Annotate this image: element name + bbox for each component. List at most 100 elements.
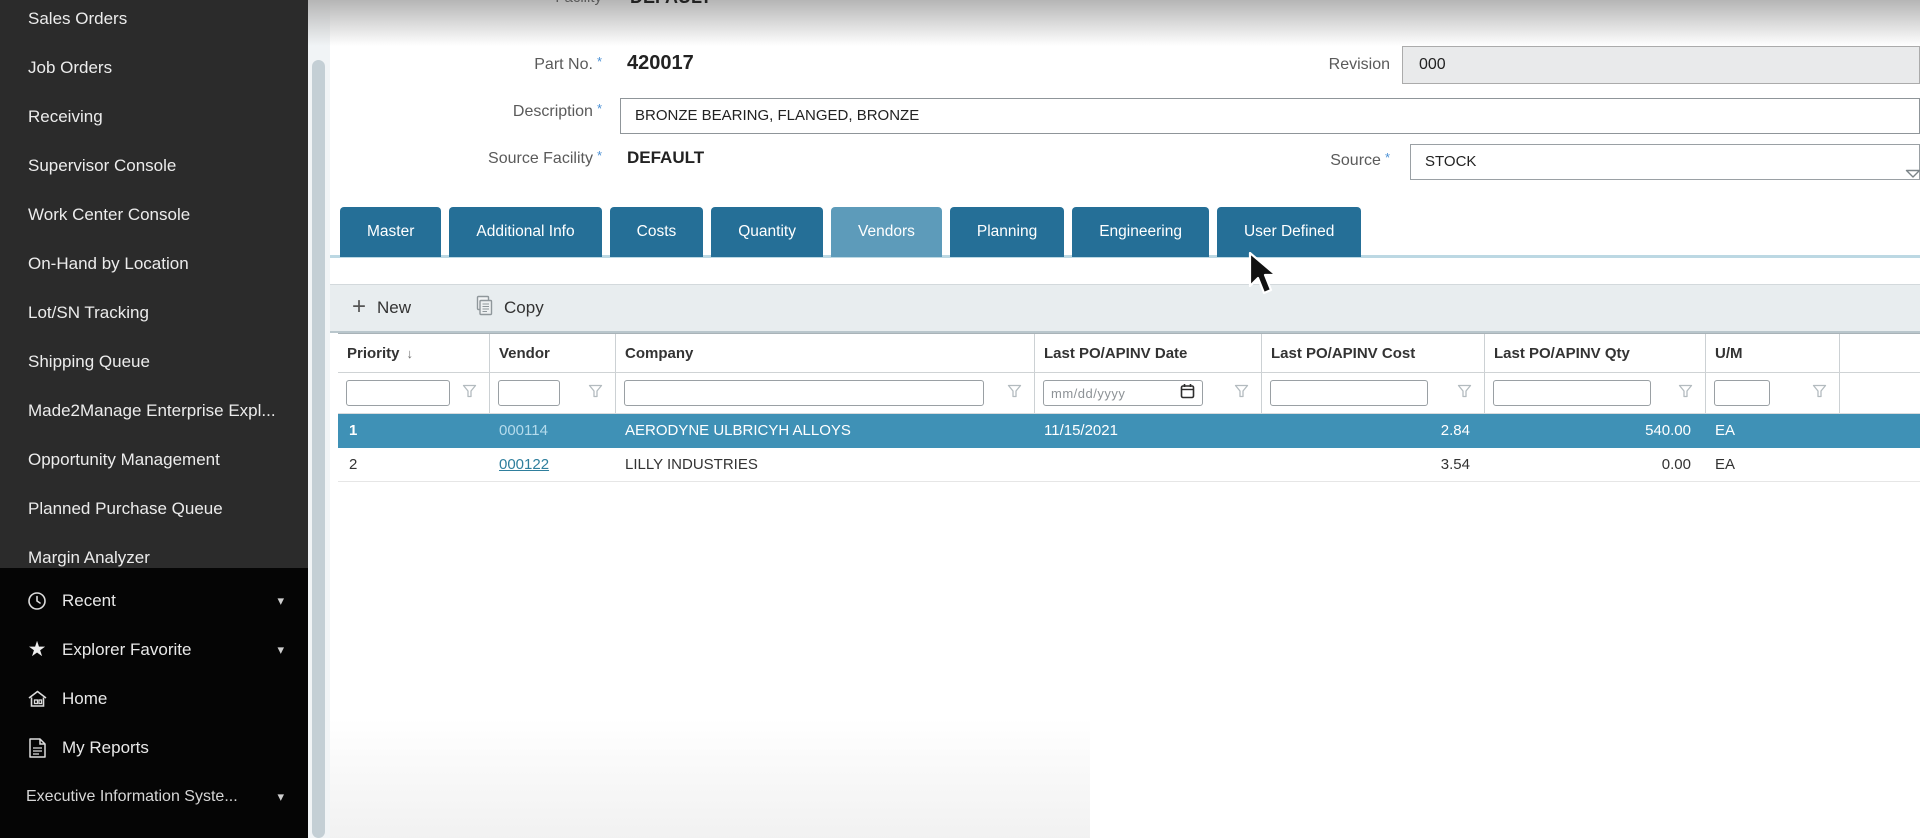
revision-label: Revision xyxy=(1240,56,1390,74)
filter-cell-date: mm/dd/yyyy xyxy=(1035,373,1262,413)
tab-engineering[interactable]: Engineering xyxy=(1072,207,1209,257)
sidebar-item-recent[interactable]: Recent ▾ xyxy=(0,576,308,625)
filter-funnel-icon[interactable] xyxy=(1678,384,1693,403)
column-header-last-po-apinv-qty[interactable]: Last PO/APINV Qty xyxy=(1485,334,1706,372)
tab-vendors[interactable]: Vendors xyxy=(831,207,942,257)
tab-quantity[interactable]: Quantity xyxy=(711,207,823,257)
facility-label: Facility xyxy=(530,0,602,6)
description-label: Description* xyxy=(430,103,602,121)
plus-icon: + xyxy=(352,295,366,319)
sidebar: Sales Orders Job Orders Receiving Superv… xyxy=(0,0,308,838)
company-filter-input[interactable] xyxy=(624,380,984,406)
filter-funnel-icon[interactable] xyxy=(1234,384,1249,403)
sidebar-item-supervisor-console[interactable]: Supervisor Console xyxy=(0,141,308,190)
grid-filter-row: mm/dd/yyyy xyxy=(338,373,1920,414)
filter-cell-qty xyxy=(1485,373,1706,413)
copy-button[interactable]: Copy xyxy=(473,295,544,321)
part-maintenance-screen: Sales Orders Job Orders Receiving Superv… xyxy=(0,0,1920,838)
main-content: Facility DEFAULT Part No.* 420017 Revisi… xyxy=(330,0,1920,838)
vendor-link[interactable]: 000114 xyxy=(499,422,548,439)
header-shadow xyxy=(308,0,1920,46)
description-field[interactable]: BRONZE BEARING, FLANGED, BRONZE xyxy=(620,98,1920,134)
sidebar-item-m2m-enterprise-explorer[interactable]: Made2Manage Enterprise Expl... xyxy=(0,386,308,435)
filter-funnel-icon[interactable] xyxy=(1812,384,1827,403)
tab-master[interactable]: Master xyxy=(340,207,441,257)
star-icon: ★ xyxy=(26,639,48,661)
source-label: Source* xyxy=(1230,152,1390,170)
filter-cell-filler xyxy=(1840,373,1920,413)
sidebar-item-lot-sn-tracking[interactable]: Lot/SN Tracking xyxy=(0,288,308,337)
table-row[interactable]: 2 000122 LILLY INDUSTRIES 3.54 0.00 EA xyxy=(338,448,1920,482)
report-icon xyxy=(26,737,48,759)
column-header-last-po-apinv-date[interactable]: Last PO/APINV Date xyxy=(1035,334,1262,372)
row-last-po-cost: 2.84 xyxy=(1262,414,1485,448)
filter-cell-um xyxy=(1706,373,1840,413)
required-marker: * xyxy=(597,101,602,116)
tab-bar: Master Additional Info Costs Quantity Ve… xyxy=(340,207,1361,257)
column-header-priority[interactable]: Priority↓ xyxy=(338,334,490,372)
new-button[interactable]: + New xyxy=(352,296,411,320)
tab-costs[interactable]: Costs xyxy=(610,207,704,257)
date-placeholder: mm/dd/yyyy xyxy=(1051,386,1125,401)
row-last-po-qty: 0.00 xyxy=(1485,448,1706,482)
sidebar-item-label: Executive Information Syste... xyxy=(26,788,238,806)
sidebar-item-opportunity-management[interactable]: Opportunity Management xyxy=(0,435,308,484)
date-filter-input[interactable]: mm/dd/yyyy xyxy=(1043,380,1203,406)
clock-icon xyxy=(26,590,48,612)
sidebar-scrollbar-thumb[interactable] xyxy=(312,60,325,838)
sidebar-item-job-orders[interactable]: Job Orders xyxy=(0,43,308,92)
sidebar-item-home[interactable]: Home xyxy=(0,674,308,723)
sidebar-scrollbar-track[interactable] xyxy=(308,0,330,838)
row-last-po-qty: 540.00 xyxy=(1485,414,1706,448)
sidebar-item-on-hand-by-location[interactable]: On-Hand by Location xyxy=(0,239,308,288)
sidebar-item-label: Home xyxy=(62,689,107,709)
chevron-down-icon[interactable]: ▾ xyxy=(277,593,284,609)
sidebar-item-label: Explorer Favorite xyxy=(62,640,191,660)
sidebar-item-sales-orders[interactable]: Sales Orders xyxy=(0,0,308,43)
sidebar-item-shipping-queue[interactable]: Shipping Queue xyxy=(0,337,308,386)
sidebar-main-menu: Sales Orders Job Orders Receiving Superv… xyxy=(0,0,308,582)
filter-funnel-icon[interactable] xyxy=(1007,384,1022,403)
sidebar-utility-menu: Recent ▾ ★ Explorer Favorite ▾ Home My R… xyxy=(0,568,308,838)
row-um: EA xyxy=(1706,448,1840,482)
calendar-icon[interactable] xyxy=(1180,383,1195,404)
sidebar-item-my-reports[interactable]: My Reports xyxy=(0,723,308,772)
um-filter-input[interactable] xyxy=(1714,380,1770,406)
sidebar-item-executive-information-system[interactable]: Executive Information Syste... ▾ xyxy=(0,772,308,821)
vendor-link[interactable]: 000122 xyxy=(499,456,549,473)
sidebar-item-planned-purchase-queue[interactable]: Planned Purchase Queue xyxy=(0,484,308,533)
required-marker: * xyxy=(597,54,602,69)
row-priority: 1 xyxy=(338,414,490,448)
filter-funnel-icon[interactable] xyxy=(462,384,477,403)
filter-funnel-icon[interactable] xyxy=(1457,384,1472,403)
row-um: EA xyxy=(1706,414,1840,448)
priority-filter-input[interactable] xyxy=(346,380,450,406)
part-no-label: Part No.* xyxy=(430,56,602,74)
tab-additional-info[interactable]: Additional Info xyxy=(449,207,601,257)
source-dropdown[interactable]: STOCK xyxy=(1410,144,1920,180)
vendor-filter-input[interactable] xyxy=(498,380,560,406)
filter-cell-cost xyxy=(1262,373,1485,413)
column-header-company[interactable]: Company xyxy=(616,334,1035,372)
source-facility-label: Source Facility* xyxy=(430,150,602,168)
tab-user-defined[interactable]: User Defined xyxy=(1217,207,1361,257)
row-company: LILLY INDUSTRIES xyxy=(616,448,1035,482)
vendors-grid: Priority↓ Vendor Company Last PO/APINV D… xyxy=(338,333,1920,482)
column-header-last-po-apinv-cost[interactable]: Last PO/APINV Cost xyxy=(1262,334,1485,372)
sidebar-item-receiving[interactable]: Receiving xyxy=(0,92,308,141)
row-last-po-date: 11/15/2021 xyxy=(1035,414,1262,448)
column-header-um[interactable]: U/M xyxy=(1706,334,1840,372)
bottom-gradient xyxy=(330,718,1090,838)
grid-toolbar: + New Copy xyxy=(330,284,1920,333)
qty-filter-input[interactable] xyxy=(1493,380,1651,406)
filter-funnel-icon[interactable] xyxy=(588,384,603,403)
chevron-down-icon[interactable]: ▾ xyxy=(277,642,284,658)
table-row[interactable]: 1 000114 AERODYNE ULBRICYH ALLOYS 11/15/… xyxy=(338,414,1920,448)
sidebar-item-explorer-favorite[interactable]: ★ Explorer Favorite ▾ xyxy=(0,625,308,674)
cost-filter-input[interactable] xyxy=(1270,380,1428,406)
sort-descending-icon: ↓ xyxy=(407,346,414,361)
sidebar-item-work-center-console[interactable]: Work Center Console xyxy=(0,190,308,239)
column-header-vendor[interactable]: Vendor xyxy=(490,334,616,372)
tab-planning[interactable]: Planning xyxy=(950,207,1064,257)
chevron-down-icon[interactable]: ▾ xyxy=(277,789,284,805)
